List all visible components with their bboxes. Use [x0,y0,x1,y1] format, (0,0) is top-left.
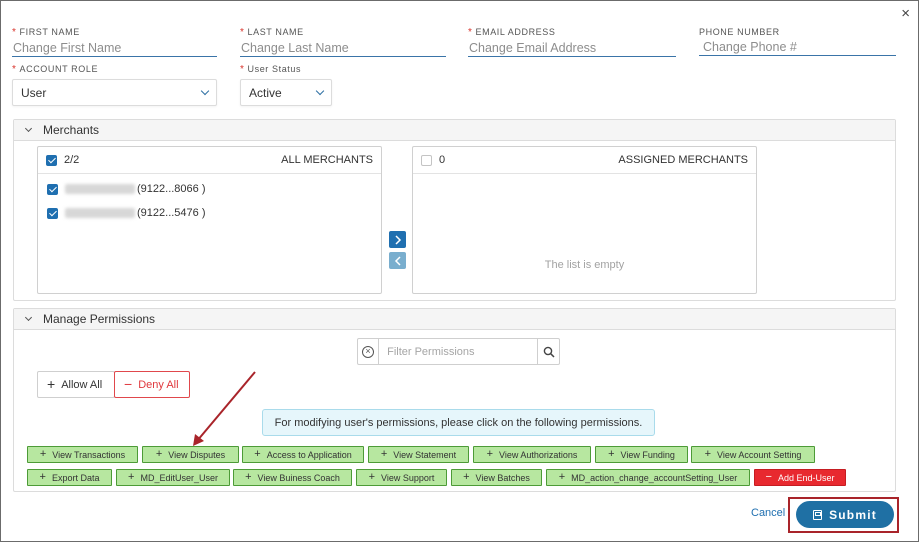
submit-button[interactable]: Submit [796,501,894,528]
permission-add-end-user-denied[interactable]: − Add End-User [754,469,846,486]
phone-input[interactable] [699,38,896,56]
permission-view-account-setting[interactable]: + View Account Setting [691,446,815,463]
plus-icon: + [380,448,388,460]
permission-view-transactions[interactable]: + View Transactions [27,446,138,463]
all-merchants-title: ALL MERCHANTS [281,154,373,166]
chevron-left-icon [394,255,401,266]
merchant-checkbox[interactable] [47,207,58,219]
allow-all-button[interactable]: + Allow All [37,371,115,398]
deny-all-button[interactable]: − Deny All [114,371,190,398]
account-role-value: User [21,85,47,100]
move-right-button[interactable] [389,231,406,248]
search-icon [543,346,555,358]
save-icon [813,509,823,520]
first-name-input[interactable] [12,39,217,57]
email-field: * EMAIL ADDRESS [468,27,676,57]
permission-view-support[interactable]: + View Support [356,469,447,486]
clear-filter-button[interactable]: × [358,339,380,364]
permission-view-buiness-coach[interactable]: + View Buiness Coach [233,469,352,486]
permission-view-funding[interactable]: + View Funding [595,446,688,463]
assigned-merchants-list: 0 ASSIGNED MERCHANTS The list is empty [412,146,757,294]
search-button[interactable] [537,339,559,364]
account-role-field: * ACCOUNT ROLE [12,64,99,75]
chevron-right-icon [394,234,401,245]
permission-md-edituser-user[interactable]: + MD_EditUser_User [116,469,230,486]
empty-list-text: The list is empty [544,259,625,271]
merchant-checkbox[interactable] [47,183,58,195]
plus-icon: + [47,376,56,392]
list-item[interactable]: (9122...5476 ) [38,201,381,225]
plus-icon: + [558,471,566,483]
select-all-merchants-checkbox[interactable] [46,154,57,166]
first-name-label: FIRST NAME [19,27,80,37]
account-role-label: ACCOUNT ROLE [19,64,99,74]
last-name-field: * LAST NAME [240,27,446,57]
plus-icon: + [704,448,712,460]
permissions-panel-header[interactable]: Manage Permissions [14,309,895,330]
email-label: EMAIL ADDRESS [475,27,556,37]
plus-icon: + [155,448,163,460]
permission-export-data[interactable]: + Export Data [27,469,112,486]
redacted-merchant-name [65,208,135,218]
plus-icon: + [368,471,376,483]
redacted-merchant-name [65,184,135,194]
merchants-title: Merchants [43,123,100,137]
minus-icon: − [124,376,133,392]
chevron-down-icon [24,124,33,133]
merchants-panel-header[interactable]: Merchants [14,120,895,141]
all-merchants-count: 2/2 [64,154,80,166]
select-all-assigned-checkbox[interactable] [421,154,432,166]
permission-view-statement[interactable]: + View Statement [368,446,469,463]
filter-permissions-input[interactable] [379,339,538,364]
move-left-button[interactable] [389,252,406,269]
chevron-down-icon [24,313,33,322]
assigned-merchants-header: 0 ASSIGNED MERCHANTS [413,147,756,174]
plus-icon: + [463,471,470,483]
phone-label: PHONE NUMBER [699,27,780,37]
first-name-field: * FIRST NAME [12,27,217,57]
cancel-button[interactable]: Cancel [751,507,785,519]
chevron-down-icon [200,86,210,95]
clear-icon: × [362,345,375,358]
plus-icon: + [486,448,494,460]
last-name-input[interactable] [240,39,446,57]
chevron-down-icon [315,86,325,95]
permissions-title: Manage Permissions [43,312,156,326]
list-item[interactable]: (9122...8066 ) [38,177,381,201]
account-role-select[interactable]: User [12,79,217,106]
all-merchants-header: 2/2 ALL MERCHANTS [38,147,381,174]
permission-view-batches[interactable]: + View Batches [451,469,542,486]
plus-icon: + [39,448,47,460]
plus-icon: + [39,471,46,483]
user-status-label: User Status [247,64,302,74]
assigned-merchants-title: ASSIGNED MERCHANTS [618,154,748,166]
all-merchants-list: 2/2 ALL MERCHANTS (9122...8066 ) (9122..… [37,146,382,294]
permissions-panel: Manage Permissions [13,308,896,492]
permission-view-disputes[interactable]: + View Disputes [142,446,239,463]
user-status-field: * User Status [240,64,302,75]
user-status-value: Active [249,85,282,100]
merchant-account-number: (9122...8066 ) [137,183,206,195]
permission-md-action-change-accountsetting-user[interactable]: + MD_action_change_accountSetting_User [546,469,750,486]
email-input[interactable] [468,39,676,57]
merchant-account-number: (9122...5476 ) [137,207,206,219]
assigned-merchants-count: 0 [439,154,446,166]
filter-permissions: × [357,338,560,365]
phone-field: PHONE NUMBER [699,27,896,56]
plus-icon: + [128,471,135,483]
permission-view-authorizations[interactable]: + View Authorizations [473,446,591,463]
permissions-info-message: For modifying user's permissions, please… [262,409,655,436]
edit-user-dialog: × *FIRST NAME *LAST NAME *EMAIL ADDRESS … [0,0,919,542]
close-icon[interactable]: × [901,6,910,21]
plus-icon: + [254,448,261,460]
plus-icon: + [245,471,252,483]
minus-icon: − [765,471,772,483]
permission-access-to-application[interactable]: + Access to Application [242,446,364,463]
user-status-select[interactable]: Active [240,79,332,106]
last-name-label: LAST NAME [247,27,304,37]
plus-icon: + [608,448,615,460]
